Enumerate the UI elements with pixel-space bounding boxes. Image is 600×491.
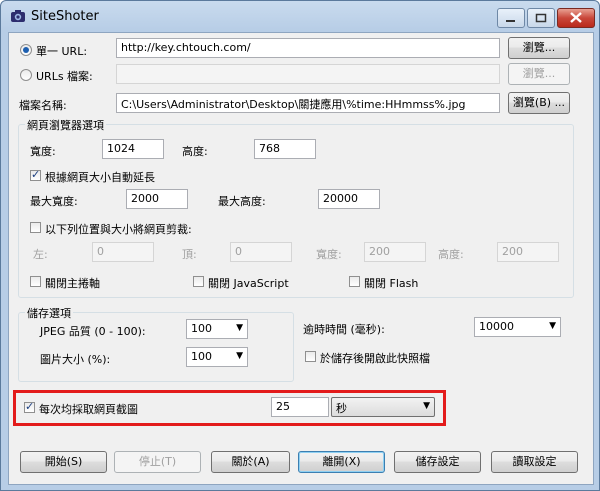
repeat-unit-select[interactable]: 秒 ▼ xyxy=(331,397,435,417)
chevron-down-icon: ▼ xyxy=(549,321,556,331)
auto-extend-checkbox[interactable] xyxy=(30,168,41,181)
repeat-capture-checkbox[interactable] xyxy=(24,400,35,413)
open-after-save-checkbox[interactable] xyxy=(305,351,316,362)
close-javascript-label: 關閉 JavaScript xyxy=(208,277,289,290)
urls-file-label: URLs 檔案: xyxy=(36,70,93,83)
max-height-label: 最大高度: xyxy=(218,195,266,208)
timeout-label: 逾時時間 (毫秒): xyxy=(303,323,385,336)
jpeg-quality-select[interactable]: 100 ▼ xyxy=(186,319,248,339)
close-scrollbar-label: 關閉主捲軸 xyxy=(45,277,100,290)
crop-left-input[interactable]: 0 xyxy=(92,242,154,262)
crop-height-label: 高度: xyxy=(438,248,464,261)
chevron-down-icon: ▼ xyxy=(236,351,243,361)
height-label: 高度: xyxy=(182,145,208,158)
close-flash-label: 關閉 Flash xyxy=(364,277,419,290)
browse-urls-file-button[interactable]: 瀏覽... xyxy=(508,63,570,85)
image-size-label: 圖片大小 (%): xyxy=(40,353,111,366)
crop-width-input[interactable]: 200 xyxy=(364,242,426,262)
jpeg-quality-value: 100 xyxy=(191,322,212,335)
stop-button[interactable]: 停止(T) xyxy=(114,451,201,473)
close-javascript-checkbox[interactable] xyxy=(193,276,204,287)
minimize-icon xyxy=(506,20,515,22)
browser-options-title: 網頁瀏覽器選項 xyxy=(25,117,106,133)
save-settings-button[interactable]: 儲存設定 xyxy=(394,451,481,473)
jpeg-quality-label: JPEG 品質 (0 - 100): xyxy=(40,325,146,338)
filename-input[interactable]: C:\Users\Administrator\Desktop\關捷應用\%tim… xyxy=(116,93,500,113)
close-window-button[interactable] xyxy=(557,8,595,28)
max-width-input[interactable]: 2000 xyxy=(126,189,188,209)
app-window: SiteShoter 單一 URL: http://key.chtouch.co… xyxy=(0,0,600,491)
width-input[interactable]: 1024 xyxy=(102,139,164,159)
open-after-save-label: 於儲存後開啟此快照檔 xyxy=(320,352,430,365)
crop-label: 以下列位置與大小將網頁剪裁: xyxy=(45,223,192,236)
width-label: 寬度: xyxy=(30,145,56,158)
crop-top-label: 頂: xyxy=(182,248,197,261)
camera-app-icon xyxy=(11,10,25,22)
single-url-radio[interactable] xyxy=(20,44,32,56)
chevron-down-icon: ▼ xyxy=(423,401,430,411)
repeat-capture-label: 每次均採取網頁截圖 xyxy=(39,403,138,416)
filename-label: 檔案名稱: xyxy=(19,99,67,112)
chevron-down-icon: ▼ xyxy=(236,323,243,333)
save-options-title: 儲存選項 xyxy=(25,305,73,321)
image-size-value: 100 xyxy=(191,350,212,363)
max-height-input[interactable]: 20000 xyxy=(318,189,380,209)
crop-left-label: 左: xyxy=(33,248,48,261)
single-url-label: 單一 URL: xyxy=(36,45,88,58)
image-size-select[interactable]: 100 ▼ xyxy=(186,347,248,367)
browse-url-button[interactable]: 瀏覽... xyxy=(508,37,570,59)
timeout-select[interactable]: 10000 ▼ xyxy=(474,317,561,337)
crop-top-input[interactable]: 0 xyxy=(230,242,292,262)
crop-height-input[interactable]: 200 xyxy=(497,242,559,262)
single-url-input[interactable]: http://key.chtouch.com/ xyxy=(116,38,500,58)
about-button[interactable]: 關於(A) xyxy=(211,451,290,473)
timeout-value: 10000 xyxy=(479,320,514,333)
dialog-body: 單一 URL: http://key.chtouch.com/ 瀏覽... UR… xyxy=(8,32,594,485)
load-settings-button[interactable]: 讀取設定 xyxy=(491,451,578,473)
repeat-interval-input[interactable]: 25 xyxy=(271,397,329,417)
height-input[interactable]: 768 xyxy=(254,139,316,159)
maximize-button[interactable] xyxy=(527,8,555,28)
crop-width-label: 寬度: xyxy=(316,248,342,261)
repeat-unit-value: 秒 xyxy=(336,402,347,415)
title-bar[interactable]: SiteShoter xyxy=(1,1,599,33)
urls-file-input[interactable] xyxy=(116,64,500,84)
minimize-button[interactable] xyxy=(497,8,525,28)
auto-extend-label: 根據網頁大小自動延長 xyxy=(45,171,155,184)
max-width-label: 最大寬度: xyxy=(30,195,78,208)
browse-filename-button[interactable]: 瀏覽(B) ... xyxy=(508,92,570,114)
window-title: SiteShoter xyxy=(31,9,99,24)
close-icon xyxy=(570,12,582,23)
start-button[interactable]: 開始(S) xyxy=(20,451,107,473)
close-flash-checkbox[interactable] xyxy=(349,276,360,287)
exit-button[interactable]: 離開(X) xyxy=(298,451,385,473)
urls-file-radio[interactable] xyxy=(20,69,32,81)
crop-checkbox[interactable] xyxy=(30,222,41,233)
maximize-icon xyxy=(535,13,547,23)
close-scrollbar-checkbox[interactable] xyxy=(30,276,41,287)
